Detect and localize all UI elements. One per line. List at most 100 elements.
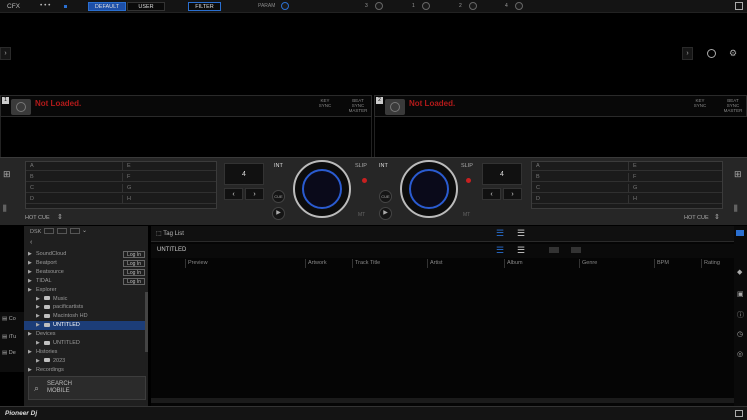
tree-item[interactable]: ▶ Beatport Log In	[24, 259, 148, 268]
view-toggle-1[interactable]	[44, 228, 54, 234]
expand-arrow-icon[interactable]: ▶	[36, 321, 44, 330]
fx-knob-3[interactable]	[469, 2, 477, 10]
deck-1-pad-d[interactable]: D	[26, 195, 122, 204]
deck-2-pad-f[interactable]: F	[628, 173, 722, 182]
tree-scrollbar[interactable]	[145, 292, 148, 352]
deck-2-pad-c[interactable]: C	[532, 184, 628, 193]
detail-view-icon[interactable]: ☰	[517, 228, 525, 239]
record-icon[interactable]: ◎	[737, 350, 743, 358]
column-album[interactable]: Album	[504, 259, 578, 268]
tag-list-button[interactable]: ⬚ Tag List	[156, 230, 184, 237]
expand-left-button[interactable]: ›	[0, 47, 11, 60]
view-toggle-3[interactable]	[70, 228, 80, 234]
bars-icon-right[interactable]: ⫼	[734, 204, 743, 213]
fx-knob-2[interactable]	[422, 2, 430, 10]
list-view-icon[interactable]: ☰	[496, 228, 504, 239]
tree-item[interactable]: ▶ Explorer	[24, 286, 148, 295]
filter-button[interactable]: FILTER	[188, 2, 221, 11]
deck-2-jog-wheel[interactable]	[400, 160, 458, 218]
tag-icon[interactable]: ◆	[737, 268, 742, 276]
tree-item[interactable]: ▶ UNTITLED	[24, 339, 148, 348]
column-preview[interactable]: Preview	[185, 259, 303, 268]
horizontal-scrollbar[interactable]	[151, 398, 734, 403]
grid-icon-right[interactable]: ⊞	[734, 170, 743, 179]
login-button[interactable]: Log In	[123, 251, 145, 258]
tree-item[interactable]: ▶ 2023	[24, 357, 148, 366]
tree-item[interactable]: ▶ Macintosh HD	[24, 312, 148, 321]
column-genre[interactable]: Genre	[579, 259, 653, 268]
deck-2-beat-sync[interactable]: BEAT SYNC MASTER	[719, 98, 747, 113]
expand-arrow-icon[interactable]: ▶	[28, 277, 36, 286]
fx-knob-1[interactable]	[375, 2, 383, 10]
deck-1-key-sync[interactable]: KEY SYNC	[313, 98, 337, 108]
deck-1-pad-f[interactable]: F	[122, 173, 216, 182]
column-track-title[interactable]: Track Title	[352, 259, 426, 268]
tree-item[interactable]: ▶ SoundCloud Log In	[24, 250, 148, 259]
deck-2-pad-h[interactable]: H	[628, 195, 722, 204]
expand-arrow-icon[interactable]: ▶	[28, 348, 36, 357]
deck-1-pad-a[interactable]: A	[26, 162, 122, 171]
expand-arrow-icon[interactable]: ▶	[36, 339, 44, 348]
expand-arrow-icon[interactable]: ▶	[28, 286, 36, 295]
search-mobile-button[interactable]: ⌕ SEARCH MOBILE	[28, 376, 146, 400]
link-icon[interactable]	[707, 49, 716, 58]
tree-item[interactable]: ▶ Devices	[24, 330, 148, 339]
tree-item[interactable]: ▶ Recordings	[24, 366, 148, 375]
column-bpm[interactable]: BPM	[654, 259, 700, 268]
deck-1-cue-button[interactable]: CUE	[272, 190, 285, 203]
deck-2-pad-e[interactable]: E	[628, 162, 722, 171]
deck-2-pad-d[interactable]: D	[532, 195, 628, 204]
side-tab-collection[interactable]: ▤ Co	[2, 316, 16, 322]
deck-2-waveform[interactable]	[374, 117, 747, 157]
login-button[interactable]: Log In	[123, 268, 145, 276]
history-icon[interactable]: ◷	[737, 330, 743, 338]
sampler-icon[interactable]: ▣	[737, 290, 744, 298]
deck-1-pad-c[interactable]: C	[26, 184, 122, 193]
deck-2-int-label[interactable]: INT	[379, 163, 388, 169]
deck-1-pad-e[interactable]: E	[122, 162, 216, 171]
deck-1-beat-prev[interactable]: ‹	[224, 188, 243, 200]
deck-2-pad-a[interactable]: A	[532, 162, 628, 171]
side-tab-devices[interactable]: ▤ De	[2, 350, 16, 356]
deck-2-hot-cue[interactable]: HOT CUE	[684, 215, 709, 221]
bars-icon[interactable]: ⫼	[3, 204, 12, 213]
expand-arrow-icon[interactable]: ▶	[36, 303, 44, 312]
settings-icon[interactable]: ⚙	[729, 49, 738, 58]
default-button[interactable]: DEFAULT	[88, 2, 126, 11]
column-view-icon[interactable]: ☰	[496, 245, 504, 256]
deck-1-slip-label[interactable]: SLIP	[355, 163, 367, 169]
expand-arrow-icon[interactable]: ▶	[36, 295, 44, 304]
more-dots[interactable]: • • •	[40, 2, 50, 9]
fullscreen-icon[interactable]	[735, 410, 743, 417]
deck-1-pad-b[interactable]: B	[26, 173, 122, 182]
deck-2-slip-label[interactable]: SLIP	[461, 163, 473, 169]
deck-1-jog-wheel[interactable]	[293, 160, 351, 218]
deck-2-pad-g[interactable]: G	[628, 184, 722, 193]
deck-1-beat-sync[interactable]: BEAT SYNC MASTER	[344, 98, 372, 113]
deck-1-waveform[interactable]	[0, 117, 372, 157]
expand-right-button[interactable]: ›	[682, 47, 693, 60]
expand-arrow-icon[interactable]: ▶	[28, 259, 36, 268]
deck-1-mt-label[interactable]: MT	[358, 212, 365, 218]
tree-item[interactable]: ▶ Music	[24, 295, 148, 304]
back-icon[interactable]: ‹	[30, 239, 32, 246]
grid-icon[interactable]: ⊞	[3, 170, 12, 179]
deck-1-hot-cue-stepper-icon[interactable]: ⇕	[57, 213, 63, 221]
column-rating[interactable]: Rating	[701, 259, 734, 268]
expand-arrow-icon[interactable]: ▶	[28, 250, 36, 259]
window-icon[interactable]	[735, 2, 743, 10]
deck-2-beat-prev[interactable]: ‹	[482, 188, 501, 200]
expand-arrow-icon[interactable]: ▶	[28, 330, 36, 339]
tree-item[interactable]: ▶ UNTITLED	[24, 321, 148, 331]
deck-1-hot-cue[interactable]: HOT CUE	[25, 215, 50, 221]
deck-2-key-sync[interactable]: KEY SYNC	[688, 98, 712, 108]
user-button[interactable]: USER	[127, 2, 165, 11]
deck-1-pad-h[interactable]: H	[122, 195, 216, 204]
split-view-icon[interactable]	[549, 247, 559, 253]
tree-item[interactable]: ▶ pacificartists	[24, 303, 148, 312]
deck-2-mt-label[interactable]: MT	[463, 212, 470, 218]
tree-item[interactable]: ▶ Beatsource Log In	[24, 268, 148, 277]
deck-2-hot-cue-stepper-icon[interactable]: ⇕	[714, 213, 720, 221]
deck-2-pad-b[interactable]: B	[532, 173, 628, 182]
expand-arrow-icon[interactable]: ▶	[36, 357, 44, 366]
